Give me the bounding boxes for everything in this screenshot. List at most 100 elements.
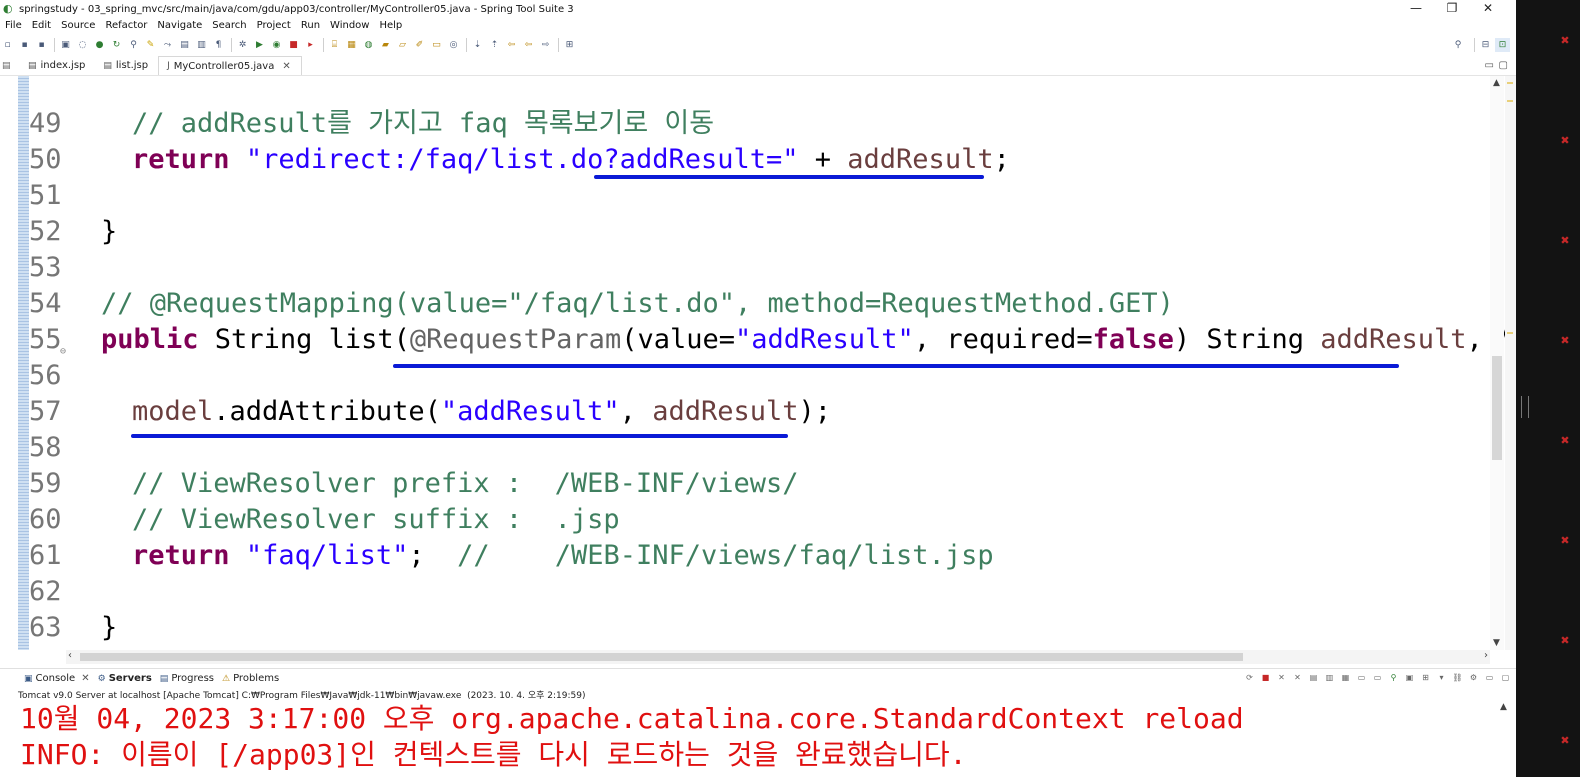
scroll-thumb[interactable]: [80, 653, 1243, 661]
close-tab-icon[interactable]: ✕: [81, 673, 89, 684]
link-icon[interactable]: ⛓: [1451, 672, 1464, 684]
muted-mic-icon: ✖: [1560, 234, 1570, 247]
save-all-icon[interactable]: ▪: [34, 38, 49, 52]
clear-console-icon[interactable]: ▤: [1307, 672, 1320, 684]
code-text: // ViewResolver suffix : .jsp: [132, 502, 620, 538]
open-task-icon[interactable]: ▱: [395, 38, 410, 52]
menu-search[interactable]: Search: [207, 18, 251, 34]
skip-breakpoints-icon[interactable]: ◌: [75, 38, 90, 52]
new-package-icon[interactable]: ▦: [344, 38, 359, 52]
muted-mic-icon: ✖: [1560, 134, 1570, 147]
restart-icon[interactable]: ⟳: [1243, 672, 1256, 684]
tab-mycontroller05-java[interactable]: J MyController05.java ✕: [158, 56, 302, 75]
run-icon[interactable]: ▶: [252, 38, 267, 52]
back-icon[interactable]: ⇦: [521, 38, 536, 52]
menu-navigate[interactable]: Navigate: [152, 18, 207, 34]
open-perspective-icon[interactable]: ⊞: [562, 38, 577, 52]
block-select-icon[interactable]: ▤: [177, 38, 192, 52]
maximize-panel-icon[interactable]: ▢: [1499, 672, 1512, 684]
scroll-thumb[interactable]: [1492, 356, 1502, 460]
spring-perspective-icon[interactable]: ⊡: [1495, 38, 1510, 52]
menu-edit[interactable]: Edit: [27, 18, 56, 34]
settings-icon[interactable]: ⚙: [1467, 672, 1480, 684]
pin-console-icon[interactable]: ⚲: [1387, 672, 1400, 684]
tab-progress[interactable]: ▤ Progress: [156, 669, 218, 689]
stop-icon[interactable]: ■: [286, 38, 301, 52]
new-java-project-icon[interactable]: ⌸: [327, 38, 342, 52]
scroll-up-icon[interactable]: ▲: [1493, 78, 1500, 88]
scroll-right-icon[interactable]: ›: [1484, 650, 1488, 661]
close-button[interactable]: ✕: [1470, 0, 1506, 18]
open-type-icon[interactable]: ▰: [378, 38, 393, 52]
code-line: 50 // addResult를 가지고 faq 목록보기로 이동: [0, 106, 1500, 175]
menu-window[interactable]: Window: [325, 18, 374, 34]
menu-refactor[interactable]: Refactor: [100, 18, 152, 34]
maximize-editor-icon[interactable]: ▢: [1499, 60, 1508, 71]
resize-handle[interactable]: [1521, 396, 1529, 418]
terminate-icon[interactable]: ■: [1259, 672, 1272, 684]
window-title: springstudy - 03_spring_mvc/src/main/jav…: [19, 3, 574, 15]
new-icon[interactable]: ▫: [0, 38, 15, 52]
previous-annotation-icon[interactable]: ⇡: [487, 38, 502, 52]
debug-icon[interactable]: ✲: [235, 38, 250, 52]
minimize-editor-icon[interactable]: ▭: [1485, 60, 1494, 71]
minimize-button[interactable]: —: [1398, 0, 1434, 18]
close-tab-icon[interactable]: ✕: [282, 61, 290, 72]
scroll-left-icon[interactable]: ‹: [68, 650, 72, 661]
display-selected-console-icon[interactable]: ▣: [1403, 672, 1416, 684]
code-editor[interactable]: 49 50 // addResult를 가지고 faq 목록보기로 이동 51 …: [0, 76, 1506, 650]
menu-source[interactable]: Source: [56, 18, 100, 34]
menu-project[interactable]: Project: [252, 18, 296, 34]
scroll-down-icon[interactable]: ▼: [1493, 638, 1500, 648]
overview-marker[interactable]: [1507, 332, 1513, 334]
terminal-icon[interactable]: ▣: [58, 38, 73, 52]
remove-launch-icon[interactable]: ✕: [1275, 672, 1288, 684]
code-fragment: );: [798, 396, 832, 427]
tab-problems[interactable]: ⚠ Problems: [218, 669, 283, 689]
toggle-mark-icon[interactable]: ⤳: [160, 38, 175, 52]
open-console-icon[interactable]: ⊞: [1419, 672, 1432, 684]
show-stderr-icon[interactable]: ▭: [1371, 672, 1384, 684]
menu-file[interactable]: File: [0, 18, 27, 34]
minimize-panel-icon[interactable]: ▭: [1483, 672, 1496, 684]
forward-icon[interactable]: ⇨: [538, 38, 553, 52]
console-output[interactable]: 10월 04, 2023 3:17:00 오후 org.apache.catal…: [0, 700, 1506, 777]
code-line: 64 }: [0, 610, 1500, 650]
menu-run[interactable]: Run: [296, 18, 325, 34]
view-menu-icon[interactable]: ▾: [1435, 672, 1448, 684]
tab-console[interactable]: ▣ Console ✕: [20, 669, 94, 689]
spring-boot-icon[interactable]: ●: [92, 38, 107, 52]
whitespace-icon[interactable]: ¶: [211, 38, 226, 52]
restore-button[interactable]: ❐: [1434, 0, 1470, 18]
overview-marker[interactable]: [1507, 100, 1513, 102]
coverage-icon[interactable]: ◉: [269, 38, 284, 52]
java-ee-perspective-icon[interactable]: ⊟: [1478, 38, 1493, 52]
editor-vertical-scrollbar[interactable]: ▲ ▼: [1490, 76, 1504, 650]
muted-mic-icon: ✖: [1560, 334, 1570, 347]
next-annotation-icon[interactable]: ⇣: [470, 38, 485, 52]
search-icon[interactable]: ⚲: [1447, 38, 1469, 52]
remove-all-terminated-icon[interactable]: ✕: [1291, 672, 1304, 684]
new-class-icon[interactable]: ◍: [361, 38, 376, 52]
last-edit-icon[interactable]: ⇦: [504, 38, 519, 52]
refresh-icon[interactable]: ↻: [109, 38, 124, 52]
pin-icon[interactable]: ⚲: [126, 38, 141, 52]
menu-help[interactable]: Help: [374, 18, 407, 34]
search-file-icon[interactable]: ✐: [412, 38, 427, 52]
save-icon[interactable]: ▪: [17, 38, 32, 52]
tab-servers[interactable]: ⚙ Servers: [94, 669, 156, 689]
scroll-lock-icon[interactable]: ▥: [1323, 672, 1336, 684]
console-scroll-up-icon[interactable]: ▲: [1500, 702, 1507, 712]
show-stdout-icon[interactable]: ▭: [1355, 672, 1368, 684]
globe-icon[interactable]: ◎: [446, 38, 461, 52]
comment: // ViewResolver suffix : .jsp: [132, 504, 620, 535]
tab-index-jsp[interactable]: ▤ index.jsp: [20, 56, 95, 75]
tab-list-jsp[interactable]: ▤ list.jsp: [95, 56, 158, 75]
highlight-icon[interactable]: ✎: [143, 38, 158, 52]
overview-marker[interactable]: [1507, 82, 1513, 84]
editor-horizontal-scrollbar[interactable]: ‹ ›: [66, 650, 1490, 664]
word-wrap-icon[interactable]: ▦: [1339, 672, 1352, 684]
external-tools-icon[interactable]: ▸: [303, 38, 318, 52]
open-folder-icon[interactable]: ▭: [429, 38, 444, 52]
word-wrap-icon[interactable]: ▥: [194, 38, 209, 52]
